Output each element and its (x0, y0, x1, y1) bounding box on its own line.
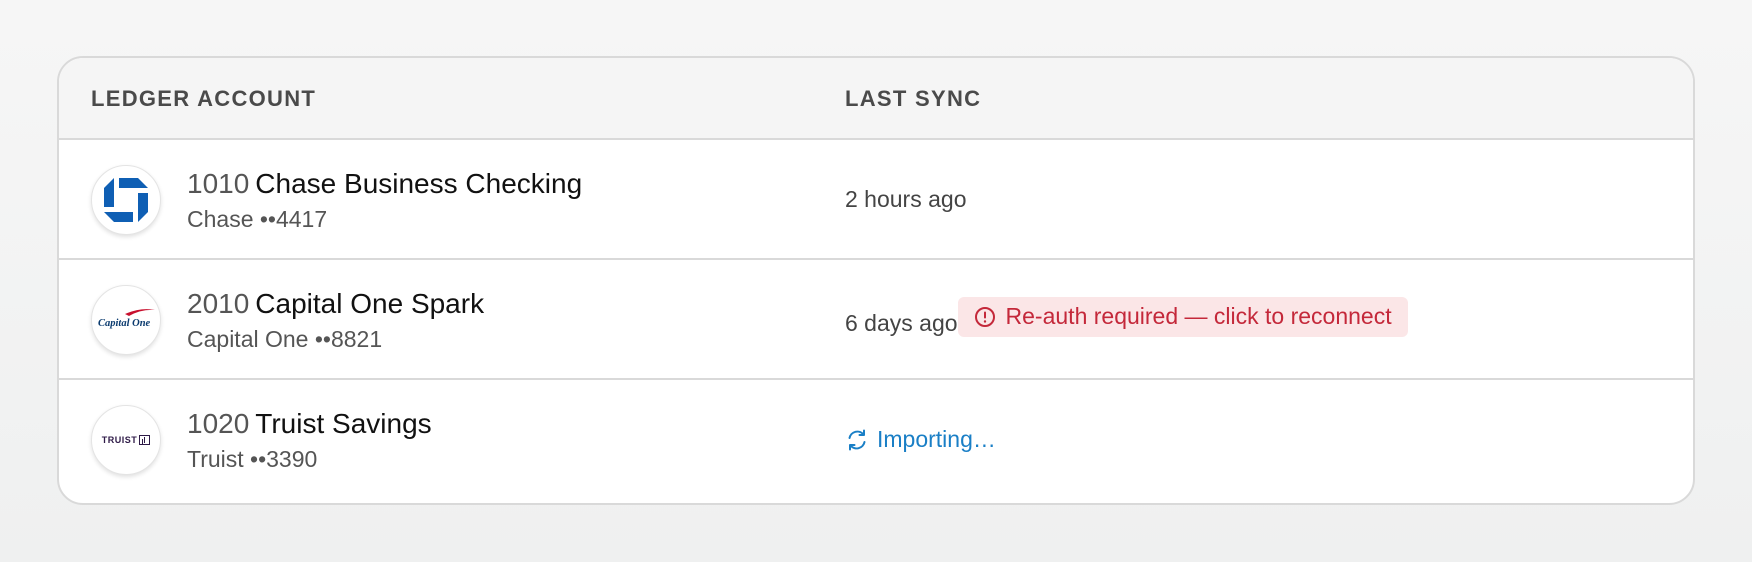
account-number: 1010 (187, 168, 250, 199)
last-sync: 2 hours ago (845, 186, 966, 213)
table-row[interactable]: 1010 Chase Business Checking Chase ••4417… (59, 140, 1693, 260)
account-institution: Truist ••3390 (187, 446, 318, 472)
truist-logo: TRUIST (91, 405, 161, 475)
refresh-icon (848, 429, 866, 450)
account-name: Capital One Spark (255, 288, 485, 319)
last-sync-text: 6 days ago (845, 310, 958, 336)
capital-one-logo: Capital One (91, 285, 161, 355)
last-sync-text: 2 hours ago (845, 186, 967, 212)
table-row[interactable]: TRUIST 1020 Truist Savings Truist ••3390 … (59, 380, 1693, 500)
chase-logo (91, 165, 161, 235)
table-row[interactable]: Capital One 2010 Capital One Spark Capita… (59, 260, 1693, 380)
account-name: Truist Savings (255, 408, 432, 439)
column-header-ledger-account: LEDGER ACCOUNT (91, 86, 317, 111)
account-institution: Capital One ••8821 (187, 326, 383, 352)
account-title: 1020 Truist Savings (187, 408, 432, 440)
import-status: Importing… (845, 426, 996, 453)
account-title: 1010 Chase Business Checking (187, 168, 582, 200)
reauth-label: Re-auth required — click to reconnect (1005, 303, 1392, 329)
account-number: 1020 (187, 408, 250, 439)
last-sync: 6 days ago Re-auth required — click to r… (845, 296, 1408, 337)
account-title: 2010 Capital One Spark (187, 288, 484, 320)
account-name: Chase Business Checking (255, 168, 583, 199)
truist-logo-text: TRUIST (101, 435, 138, 445)
account-number: 2010 (187, 288, 250, 319)
column-header-last-sync: LAST SYNC (845, 86, 982, 111)
reauth-reconnect-button[interactable]: Re-auth required — click to reconnect (957, 296, 1408, 337)
import-status-text: Importing… (877, 426, 996, 452)
alert-circle-icon (974, 306, 995, 327)
capital-one-logo-text: Capital One (98, 318, 151, 329)
table-header: LEDGER ACCOUNT LAST SYNC (59, 58, 1693, 140)
account-institution: Chase ••4417 (187, 206, 328, 232)
accounts-table: LEDGER ACCOUNT LAST SYNC 1010 Chase Busin… (57, 56, 1695, 505)
